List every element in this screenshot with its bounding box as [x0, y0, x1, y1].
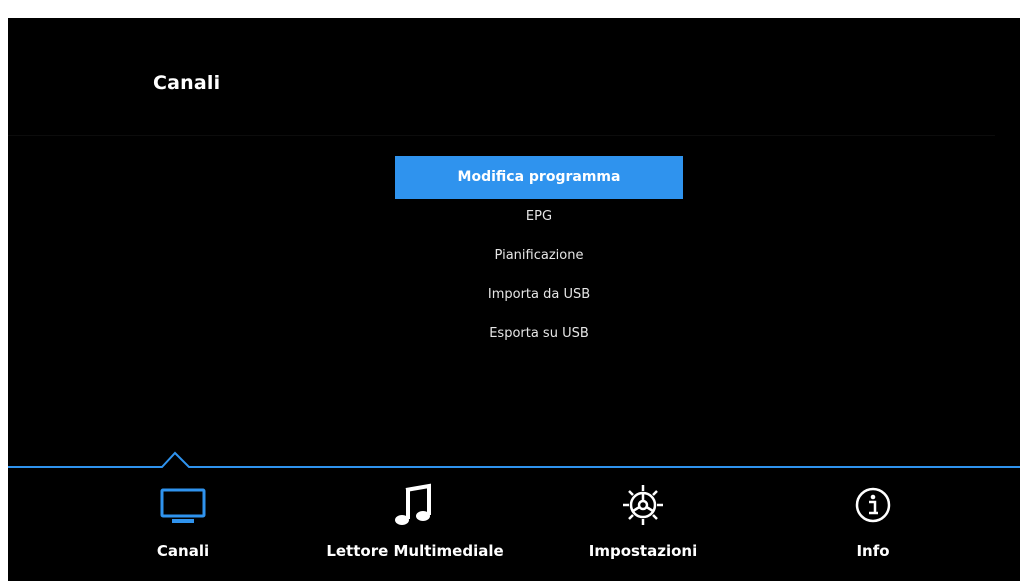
nav-label-info: Info — [856, 542, 890, 560]
menu-item-epg[interactable]: EPG — [395, 195, 683, 238]
nav-item-canali[interactable]: Canali — [108, 468, 258, 581]
nav-item-lettore-multimediale[interactable]: Lettore Multimediale — [310, 468, 520, 581]
menu-item-importa-da-usb[interactable]: Importa da USB — [395, 273, 683, 316]
menu-item-modifica-programma[interactable]: Modifica programma — [395, 156, 683, 199]
bottom-nav-bar: Canali Lettore Multimediale Impostazioni… — [8, 468, 1020, 581]
header-divider — [8, 135, 995, 136]
nav-label-impostazioni: Impostazioni — [588, 542, 698, 560]
menu-item-pianificazione[interactable]: Pianificazione — [395, 234, 683, 277]
nav-item-impostazioni[interactable]: Impostazioni — [568, 468, 718, 581]
tv-screen: Canali Modifica programma EPG Pianificaz… — [8, 18, 1020, 581]
nav-label-canali: Canali — [156, 542, 210, 560]
nav-label-lettore-multimediale: Lettore Multimediale — [326, 542, 504, 560]
nav-item-info[interactable]: Info — [798, 468, 948, 581]
channels-menu: Modifica programma EPG Pianificazione Im… — [395, 156, 683, 351]
info-icon — [855, 487, 891, 523]
menu-item-esporta-su-usb[interactable]: Esporta su USB — [395, 312, 683, 355]
music-note-icon — [395, 483, 431, 525]
tv-icon — [160, 488, 206, 523]
gear-icon — [623, 485, 663, 525]
page-title: Canali — [153, 72, 221, 94]
